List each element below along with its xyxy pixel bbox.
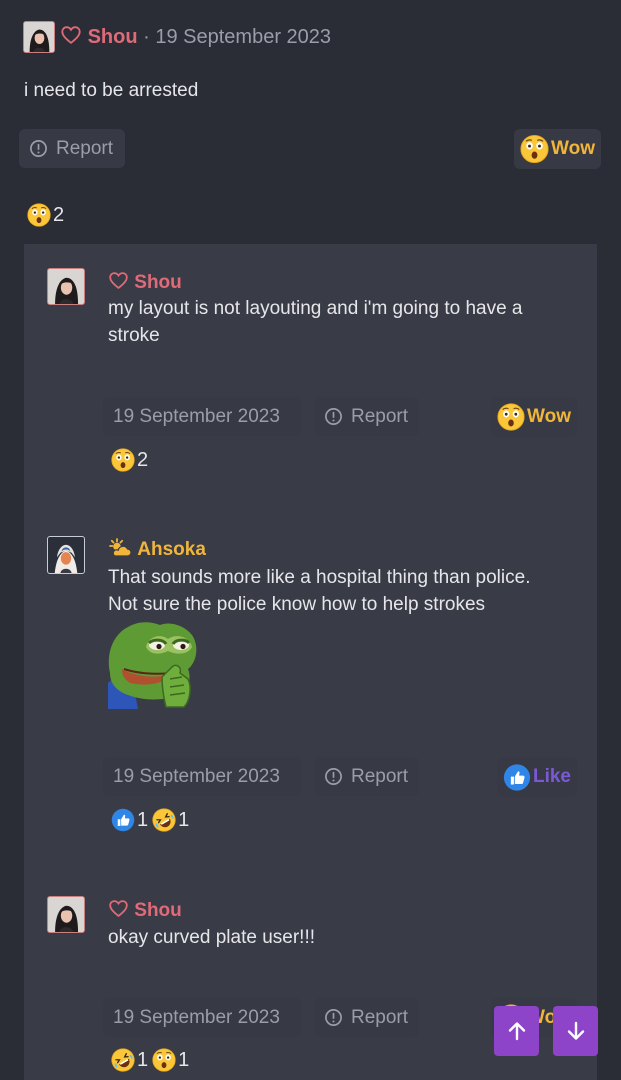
reply-text: stroke — [108, 325, 160, 346]
astonished-emoji-icon — [152, 1048, 176, 1072]
reaction-counts[interactable]: 1 1 — [111, 1048, 191, 1072]
avatar[interactable] — [47, 896, 85, 933]
info-icon — [29, 139, 48, 158]
author-name[interactable]: Ahsoka — [137, 539, 206, 560]
post-header: Shou · 19 September 2023 — [60, 24, 331, 49]
thumbs-up-emoji-icon — [503, 762, 531, 793]
heart-icon — [108, 270, 129, 291]
scroll-down-button[interactable] — [553, 1006, 598, 1056]
reaction-count: 1 — [178, 1048, 190, 1071]
report-button[interactable]: Report — [19, 129, 125, 168]
like-reaction-button[interactable]: Like — [497, 757, 577, 797]
arrow-up-icon — [508, 1022, 525, 1041]
post-text: i need to be arrested — [24, 80, 199, 101]
report-button[interactable]: Report — [314, 397, 419, 436]
reply-text: okay curved plate user!!! — [108, 927, 315, 948]
date-label: 19 September 2023 — [113, 1006, 280, 1028]
reply-date: 19 September 2023 — [103, 397, 302, 436]
reaction-counts[interactable]: 2 — [111, 448, 150, 472]
reply-author: Shou — [108, 270, 182, 294]
arrow-down-icon — [567, 1021, 584, 1040]
info-icon — [324, 1008, 343, 1027]
avatar[interactable] — [23, 21, 55, 53]
rofl-emoji-icon — [111, 1048, 135, 1072]
reply-date: 19 September 2023 — [103, 998, 302, 1037]
avatar[interactable] — [47, 536, 85, 574]
thumbs-up-emoji-icon — [111, 808, 135, 832]
reaction-counts[interactable]: 1 1 — [111, 808, 191, 832]
wow-reaction-button[interactable]: Wow — [514, 129, 601, 169]
report-label: Report — [351, 405, 409, 427]
report-label: Report — [351, 765, 409, 787]
pepe-sticker-image — [108, 622, 197, 709]
reaction-label: Wow — [551, 138, 595, 159]
wow-reaction-button[interactable]: Wow — [491, 397, 577, 437]
reaction-label: Like — [532, 766, 571, 787]
reaction-counts[interactable]: 2 — [27, 203, 66, 227]
reaction-label: Wow — [527, 406, 571, 427]
info-icon — [324, 767, 343, 786]
heart-icon — [60, 24, 82, 46]
reaction-count: 1 — [178, 808, 190, 831]
heart-icon — [108, 898, 129, 919]
report-button[interactable]: Report — [314, 757, 419, 796]
reply-author: Ahsoka — [108, 538, 206, 561]
date-label: 19 September 2023 — [113, 765, 280, 787]
astonished-emoji-icon — [27, 203, 51, 227]
scroll-up-button[interactable] — [494, 1006, 539, 1056]
info-icon — [324, 407, 343, 426]
post-date: 19 September 2023 — [155, 26, 332, 48]
reaction-count: 1 — [137, 1048, 149, 1071]
separator: · — [143, 26, 150, 48]
author-name[interactable]: Shou — [134, 900, 182, 921]
report-label: Report — [56, 137, 114, 159]
report-label: Report — [351, 1006, 409, 1028]
reply-text: That sounds more like a hospital thing t… — [108, 567, 531, 588]
rofl-emoji-icon — [152, 808, 176, 832]
astonished-emoji-icon — [497, 401, 525, 433]
reply-date: 19 September 2023 — [103, 757, 302, 796]
reaction-count: 2 — [53, 203, 65, 226]
reply-text: Not sure the police know how to help str… — [108, 594, 486, 615]
reply-author: Shou — [108, 898, 182, 922]
comments-page: Shou · 19 September 2023 i need to be ar… — [0, 0, 621, 1080]
avatar[interactable] — [47, 268, 85, 305]
astonished-emoji-icon — [111, 448, 135, 472]
reaction-count: 1 — [137, 808, 149, 831]
report-button[interactable]: Report — [314, 998, 419, 1037]
sun-behind-cloud-icon — [109, 538, 132, 557]
reply-text: my layout is not layouting and i'm going… — [108, 298, 523, 319]
astonished-emoji-icon — [520, 133, 549, 165]
author-name[interactable]: Shou — [134, 272, 182, 293]
author-name[interactable]: Shou — [88, 26, 138, 48]
date-label: 19 September 2023 — [113, 405, 280, 427]
reaction-count: 2 — [137, 448, 149, 471]
